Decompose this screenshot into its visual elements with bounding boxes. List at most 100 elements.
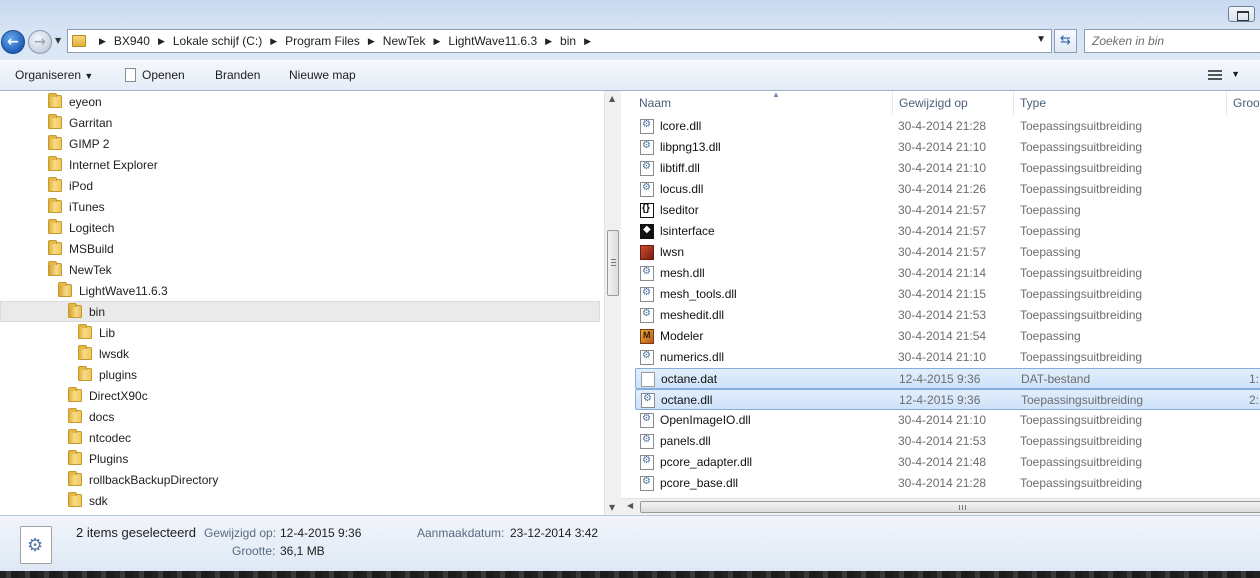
chevron-right-icon[interactable]: ▶	[368, 36, 375, 47]
file-row[interactable]: mesh.dll 30-4-2014 21:14 Toepassingsuitbre…	[635, 263, 1260, 284]
folder-icon	[48, 114, 62, 129]
file-row[interactable]: numerics.dll 30-4-2014 21:10 Toepassingsui…	[635, 347, 1260, 368]
file-type: Toepassing	[1020, 203, 1081, 217]
recent-pages-dropdown[interactable]: ▼	[55, 36, 61, 45]
organize-menu-button[interactable]: Organiseren ▼	[15, 68, 93, 82]
tree-item-label: LightWave11.6.3	[79, 283, 168, 298]
tree-item[interactable]: eyeon	[0, 91, 600, 112]
file-modified: 12-4-2015 9:36	[899, 372, 981, 386]
tree-item[interactable]: iTunes	[0, 196, 600, 217]
scroll-up-arrow-icon[interactable]: ▲	[609, 94, 615, 103]
file-row[interactable]: lwsn 30-4-2014 21:57 Toepassing	[635, 242, 1260, 263]
file-type: Toepassingsuitbreiding	[1020, 140, 1143, 154]
address-bar[interactable]: ▶ BX940 ▶ Lokale schijf (C:) ▶ Program F…	[67, 29, 1052, 53]
folder-icon	[48, 135, 62, 150]
file-row-selected[interactable]: octane.dat 12-4-2015 9:36 DAT-bestand 1:	[635, 368, 1260, 389]
burn-button[interactable]: Branden	[215, 68, 260, 82]
folder-icon	[68, 471, 82, 486]
tree-item[interactable]: iPod	[0, 175, 600, 196]
file-row[interactable]: lseditor 30-4-2014 21:57 Toepassing	[635, 200, 1260, 221]
file-row-selected[interactable]: octane.dll 12-4-2015 9:36 Toepassingsuitbr…	[635, 389, 1260, 410]
file-row[interactable]: libpng13.dll 30-4-2014 21:10 Toepassingsui…	[635, 137, 1260, 158]
breadcrumb-item[interactable]: NewTek	[383, 34, 426, 48]
chevron-right-icon[interactable]: ▶	[99, 36, 106, 47]
tree-item[interactable]: MSBuild	[0, 238, 600, 259]
lwsn-icon	[640, 245, 654, 260]
file-modified: 30-4-2014 21:26	[898, 182, 987, 196]
tree-item[interactable]: DirectX90c	[0, 385, 600, 406]
tree-item[interactable]: Plugins	[0, 448, 600, 469]
refresh-button[interactable]: ⇆	[1054, 29, 1077, 53]
restore-window-button[interactable]	[1228, 6, 1255, 22]
tree-item[interactable]: docs	[0, 406, 600, 427]
column-header-type[interactable]: Type	[1015, 91, 1227, 115]
chevron-right-icon[interactable]: ▶	[433, 36, 440, 47]
file-row[interactable]: locus.dll 30-4-2014 21:26 Toepassingsuitbr…	[635, 179, 1260, 200]
tree-item-label: Lib	[99, 325, 116, 340]
sort-ascending-icon: ▲	[772, 91, 780, 99]
tree-item[interactable]: ntcodec	[0, 427, 600, 448]
file-name: mesh.dll	[660, 266, 705, 280]
forward-button[interactable]: →	[28, 30, 52, 54]
chevron-right-icon[interactable]: ▶	[584, 36, 591, 47]
search-input[interactable]: Zoeken in bin	[1084, 29, 1260, 53]
file-modified: 30-4-2014 21:10	[898, 350, 987, 364]
tree-item[interactable]: lwsdk	[0, 343, 600, 364]
scroll-left-arrow-icon[interactable]: ◀	[627, 501, 633, 510]
breadcrumb-item[interactable]: bin	[560, 34, 576, 48]
breadcrumb-item[interactable]: BX940	[114, 34, 150, 48]
size-value: 36,1 MB	[280, 544, 325, 558]
file-list-scrollbar[interactable]: ◀	[621, 498, 1260, 515]
file-row[interactable]: lsinterface 30-4-2014 21:57 Toepassing	[635, 221, 1260, 242]
chevron-down-icon[interactable]: ▼	[1231, 69, 1240, 79]
column-header-modified[interactable]: Gewijzigd op	[894, 91, 1014, 115]
file-row[interactable]: meshedit.dll 30-4-2014 21:53 Toepassingsui…	[635, 305, 1260, 326]
folder-icon	[48, 93, 62, 108]
tree-item[interactable]: GIMP 2	[0, 133, 600, 154]
view-options-icon[interactable]	[1208, 70, 1222, 80]
column-header-name[interactable]: ▲ Naam	[634, 91, 893, 115]
file-row[interactable]: libtiff.dll 30-4-2014 21:10 Toepassingsuit…	[635, 158, 1260, 179]
tree-item-selected[interactable]: bin	[0, 301, 600, 322]
tree-item-label: eyeon	[69, 94, 102, 109]
breadcrumb-item[interactable]: Program Files	[285, 34, 360, 48]
file-row[interactable]: lcore.dll 30-4-2014 21:28 Toepassingsuitbr…	[635, 116, 1260, 137]
tree-item[interactable]: rollbackBackupDirectory	[0, 469, 600, 490]
file-row[interactable]: panels.dll 30-4-2014 21:53 Toepassingsuitb…	[635, 431, 1260, 452]
tree-item[interactable]: plugins	[0, 364, 600, 385]
back-button[interactable]: ←	[1, 30, 25, 54]
breadcrumb-item[interactable]: Lokale schijf (C:)	[173, 34, 262, 48]
dll-icon	[640, 140, 654, 155]
open-folder-icon	[48, 261, 62, 276]
file-row[interactable]: Modeler 30-4-2014 21:54 Toepassing	[635, 326, 1260, 347]
tree-item[interactable]: LightWave11.6.3	[0, 280, 600, 301]
tree-item[interactable]: Garritan	[0, 112, 600, 133]
file-row[interactable]: OpenImageIO.dll 30-4-2014 21:10 Toepassing…	[635, 410, 1260, 431]
file-row[interactable]: pcore_adapter.dll 30-4-2014 21:48 Toepassi…	[635, 452, 1260, 473]
scrollbar-thumb[interactable]	[640, 501, 1260, 513]
file-name: lsinterface	[660, 224, 715, 238]
chevron-right-icon[interactable]: ▶	[270, 36, 277, 47]
chevron-down-icon[interactable]: ▼	[1036, 34, 1046, 45]
chevron-right-icon[interactable]: ▶	[545, 36, 552, 47]
new-folder-button[interactable]: Nieuwe map	[289, 68, 356, 82]
file-row[interactable]: mesh_tools.dll 30-4-2014 21:15 Toepassings…	[635, 284, 1260, 305]
file-type: Toepassing	[1020, 245, 1081, 259]
tree-item[interactable]: Internet Explorer	[0, 154, 600, 175]
tree-item[interactable]: Lib	[0, 322, 600, 343]
file-modified: 30-4-2014 21:53	[898, 434, 987, 448]
open-button[interactable]: Openen	[125, 68, 185, 82]
chevron-right-icon[interactable]: ▶	[158, 36, 165, 47]
navigation-scrollbar[interactable]: ▲ ▼	[604, 91, 621, 515]
tree-item[interactable]: NewTek	[0, 259, 600, 280]
breadcrumb-item[interactable]: LightWave11.6.3	[448, 34, 537, 48]
file-type: Toepassingsuitbreiding	[1020, 308, 1143, 322]
tree-item-label: Internet Explorer	[69, 157, 158, 172]
tree-item[interactable]: sdk	[0, 490, 600, 511]
column-header-size[interactable]: Groo	[1228, 91, 1260, 115]
chevron-down-icon: ▼	[84, 71, 94, 81]
scrollbar-thumb[interactable]	[607, 230, 619, 296]
tree-item[interactable]: Logitech	[0, 217, 600, 238]
file-row[interactable]: pcore_base.dll 30-4-2014 21:28 Toepassings…	[635, 473, 1260, 494]
scroll-down-arrow-icon[interactable]: ▼	[609, 503, 615, 512]
